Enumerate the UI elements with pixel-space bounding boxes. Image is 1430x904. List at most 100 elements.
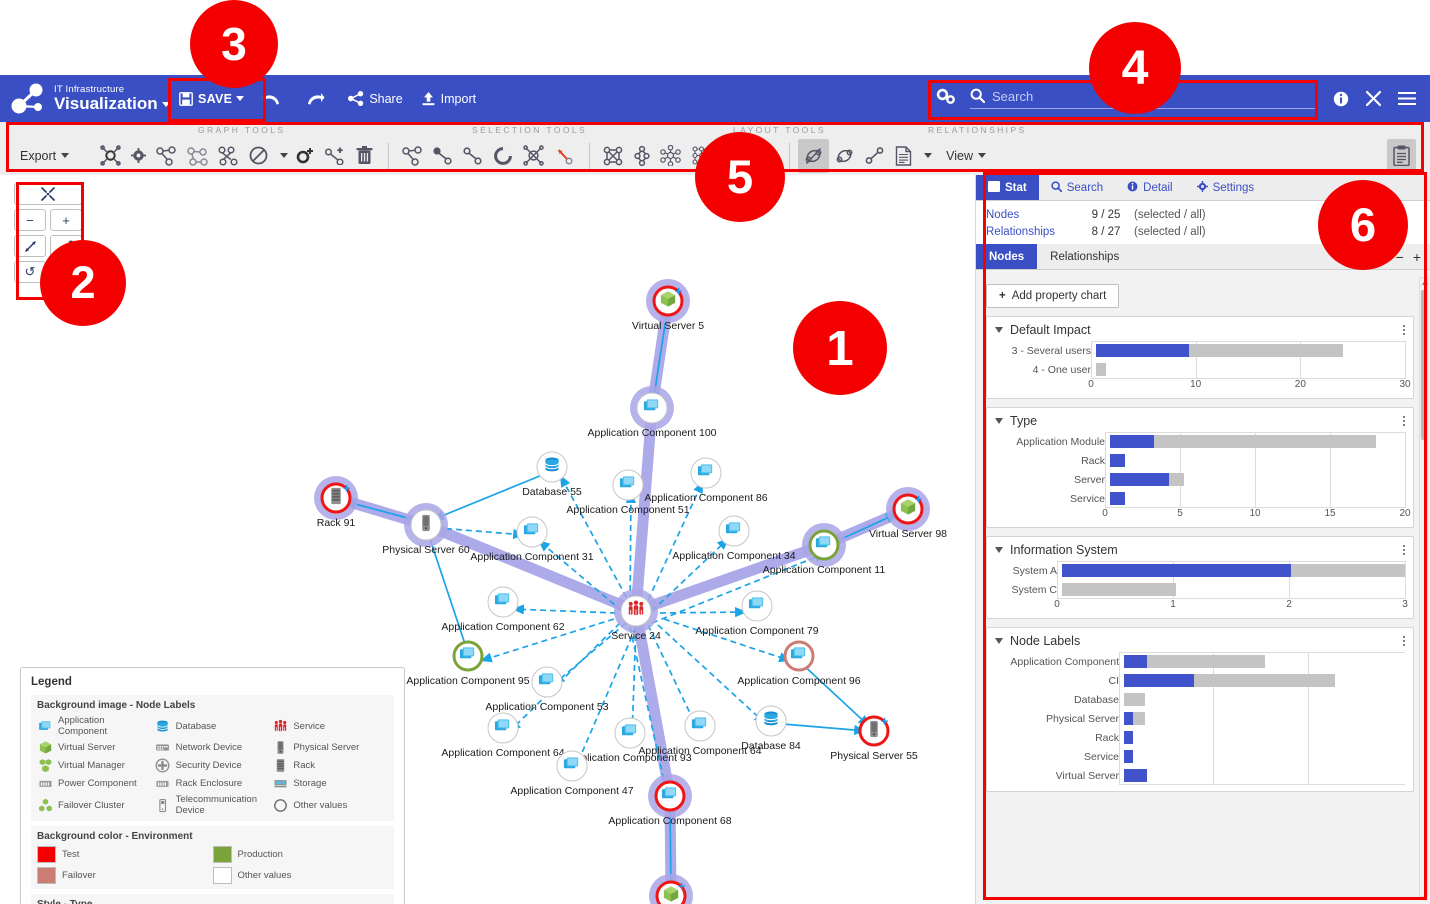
rack-enclosure-icon [155,776,171,791]
node-circle[interactable] [612,469,644,501]
legend-env-swatch [37,846,56,863]
brand-title: Visualization [54,95,170,112]
node-label: Application Component 51 [566,504,690,516]
node-circle[interactable]: + [652,285,684,317]
node-circle[interactable] [741,590,773,622]
legend-node-label: Security Device [175,760,242,771]
node-circle[interactable] [487,586,519,618]
app-component-icon [563,754,582,778]
legend-node-label: Power Component [58,778,137,789]
app-component-icon [691,714,710,738]
legend-section-images: Background image - Node Labels Applicati… [31,695,394,821]
app-component-icon [697,461,716,485]
import-label: Import [440,91,477,106]
node-circle[interactable] [755,705,787,737]
legend-section-styles: Style - Type PhysicalLogical [31,894,394,904]
other-values-icon [272,798,288,813]
node-circle[interactable] [636,392,668,424]
security-device-icon [155,758,171,773]
node-expand-plus-icon[interactable]: + [678,880,686,893]
node-expand-plus-icon[interactable]: + [343,482,351,495]
node-label: Virtual Server 98 [868,528,948,540]
legend-node-item: Power Component [37,776,153,791]
virtual-manager-icon [37,758,53,773]
fullscreen-icon[interactable] [1365,90,1382,107]
highlight-box-6 [983,172,1427,900]
node-expand-plus-icon[interactable]: + [675,285,683,298]
node-circle[interactable] [783,640,815,672]
app-component-icon [815,533,834,557]
node-label: Application Component 47 [510,785,634,797]
app-component-icon [790,644,809,668]
brand[interactable]: IT Infrastructure Visualization [0,82,170,116]
graph-canvas[interactable]: + Virtual Server 5 Application Component … [0,175,976,904]
legend-env-label: Test [62,849,80,860]
node-circle[interactable] [410,509,442,541]
legend-section-image-title: Background image - Node Labels [37,700,196,711]
legend-node-item: Service [272,715,388,737]
node-circle[interactable] [487,712,519,744]
legend-node-item: Virtual Server [37,740,153,755]
app-component-icon [643,396,662,420]
node-label: Physical Server 55 [830,750,918,762]
legend-node-item: Rack Enclosure [155,776,271,791]
legend-node-item: Security Device [155,758,271,773]
node-circle[interactable] [614,717,646,749]
legend-env-label: Other values [237,870,292,881]
legend-env-swatch [212,867,232,884]
node-circle[interactable] [684,710,716,742]
legend-node-label: Application Component [58,715,108,737]
node-circle[interactable]: + [892,493,924,525]
brand-subtitle: IT Infrastructure [54,83,125,95]
redo-button[interactable] [296,75,339,122]
node-circle[interactable]: + [655,880,687,904]
rack-icon [272,758,288,773]
telecom-device-icon [155,798,171,813]
node-label: Application Component 68 [608,815,732,827]
power-component-icon [37,776,53,791]
node-label: Application Component 53 [485,701,609,713]
legend-node-label: Database [175,720,217,732]
node-label: Application Component 11 [762,564,886,576]
physical-server-icon [417,513,436,537]
callout-badge-5: 5 [695,132,785,222]
legend-env-swatch [37,867,56,884]
node-circle[interactable] [556,750,588,782]
legend-env-swatch [212,846,232,863]
node-circle[interactable] [690,457,722,489]
node-label: Application Component 95 [406,675,530,687]
import-button[interactable]: Import [412,75,485,122]
storage-icon [272,776,288,791]
share-button[interactable]: Share [339,75,411,122]
node-circle[interactable]: + [858,715,890,747]
legend-node-label: Service [293,720,326,732]
failover-cluster-icon [37,798,53,813]
node-circle[interactable] [452,640,484,672]
node-label: Service 24 [611,630,661,642]
legend-node-item: Telecommunication Device [155,794,271,816]
node-circle[interactable] [536,451,568,483]
node-circle[interactable] [531,666,563,698]
legend-env-item: Failover [37,867,213,884]
node-label: Application Component 34 [672,550,796,562]
node-circle[interactable]: + [320,482,352,514]
share-label: Share [369,91,403,106]
node-label: Database 55 [522,486,582,498]
legend-title: Legend [31,676,72,688]
app-component-icon [494,716,513,740]
node-expand-plus-icon[interactable]: + [915,493,923,506]
physical-server-icon [272,740,288,755]
node-circle[interactable] [808,529,840,561]
app-component-icon [538,670,557,694]
node-circle[interactable] [718,515,750,547]
database-icon [155,719,171,734]
legend-env-label: Production [237,849,283,860]
hamburger-icon[interactable] [1398,91,1416,106]
node-circle[interactable] [654,780,686,812]
node-circle[interactable] [620,595,652,627]
node-circle[interactable] [516,516,548,548]
legend-node-item: Failover Cluster [37,794,153,816]
node-expand-plus-icon[interactable]: + [881,715,889,728]
info-icon[interactable] [1333,91,1349,107]
legend-section-style-title: Style - Type [37,899,388,904]
